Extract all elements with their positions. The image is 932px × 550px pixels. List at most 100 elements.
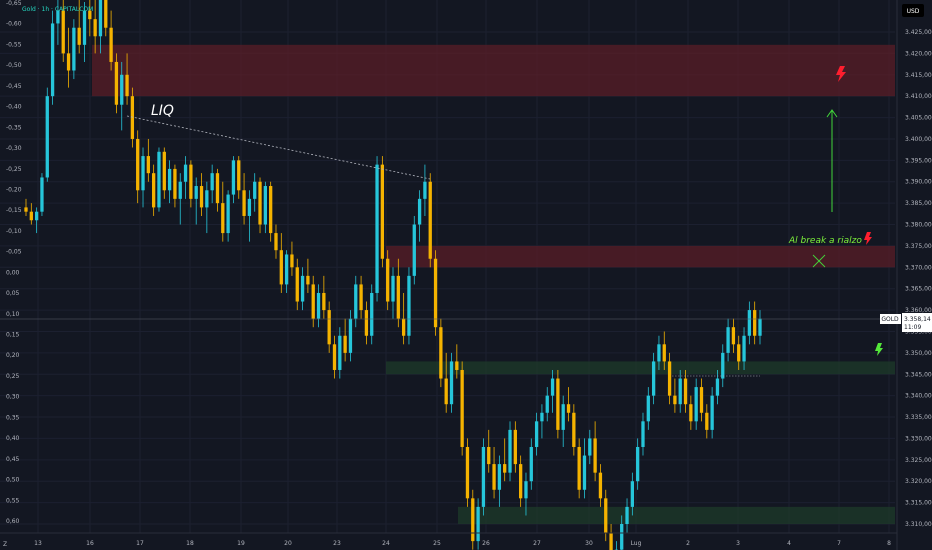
candle-body bbox=[407, 275, 411, 336]
candle-body bbox=[593, 438, 597, 473]
candle-body bbox=[444, 378, 448, 405]
candle-body bbox=[93, 19, 97, 37]
candle-body bbox=[609, 532, 613, 550]
currency-badge[interactable]: USD bbox=[902, 4, 924, 17]
candle-body bbox=[370, 292, 374, 336]
candle-body bbox=[449, 361, 454, 405]
candle-body bbox=[753, 310, 757, 336]
candle-body bbox=[104, 0, 108, 28]
candle-body bbox=[77, 27, 81, 45]
candle-body bbox=[45, 96, 49, 178]
candle-body bbox=[173, 168, 177, 199]
candle-body bbox=[572, 412, 576, 447]
corner-label: Z bbox=[3, 541, 7, 548]
candle-body bbox=[667, 361, 672, 396]
candle-body bbox=[316, 292, 321, 319]
candle-body bbox=[683, 378, 688, 405]
candle-body bbox=[497, 464, 502, 490]
time-tick-label: 20 bbox=[284, 540, 292, 547]
candle-body bbox=[306, 275, 310, 285]
time-tick-label: 30 bbox=[585, 540, 593, 547]
currency-label: USD bbox=[907, 8, 920, 15]
candle-body bbox=[82, 10, 87, 45]
percent-tick-label: -0,05 bbox=[6, 249, 22, 256]
candle-body bbox=[657, 344, 661, 362]
candle-body bbox=[673, 395, 677, 405]
candle-body bbox=[476, 506, 480, 542]
time-tick-label: 18 bbox=[186, 540, 194, 547]
candle-body bbox=[375, 164, 379, 293]
candle-body bbox=[487, 446, 491, 465]
candle-body bbox=[481, 446, 486, 507]
candle-body bbox=[114, 61, 119, 105]
candle-body bbox=[274, 233, 278, 251]
candle-body bbox=[226, 194, 230, 234]
percent-tick-label: -0,35 bbox=[6, 124, 22, 131]
candle-body bbox=[269, 186, 273, 234]
candle-body bbox=[519, 464, 523, 499]
percent-tick-label: 0,05 bbox=[6, 290, 20, 297]
percent-tick-label: -0,55 bbox=[6, 41, 22, 48]
percent-tick-label: -0,30 bbox=[6, 145, 22, 152]
candle-body bbox=[72, 27, 76, 71]
candle-body bbox=[433, 258, 438, 328]
candle-body bbox=[178, 181, 182, 199]
candle-body bbox=[183, 164, 188, 182]
price-tick-label: 3.415,00 bbox=[905, 72, 932, 79]
candle-body bbox=[300, 275, 305, 302]
resistance-zone[interactable] bbox=[386, 245, 895, 268]
candle-body bbox=[215, 173, 220, 204]
resistance-zone[interactable] bbox=[92, 44, 895, 97]
candle-body bbox=[322, 292, 326, 311]
candle-body bbox=[61, 10, 65, 54]
price-tick-label: 3.390,00 bbox=[905, 179, 932, 186]
candle-body bbox=[327, 310, 331, 345]
candle-body bbox=[205, 190, 209, 208]
candle-body bbox=[258, 181, 262, 225]
percent-tick-label: 0,45 bbox=[6, 456, 20, 463]
candle-body bbox=[253, 181, 257, 199]
candle-body bbox=[130, 96, 135, 139]
price-tick-label: 3.410,00 bbox=[905, 93, 932, 100]
price-tick-label: 3.340,00 bbox=[905, 393, 932, 400]
candle-body bbox=[157, 151, 161, 208]
candle-body bbox=[311, 284, 315, 319]
candle-body bbox=[742, 335, 746, 362]
candle-body bbox=[29, 211, 33, 221]
candle-body bbox=[295, 267, 299, 302]
candle-body bbox=[417, 198, 422, 225]
time-tick-label: 2 bbox=[686, 540, 690, 547]
time-tick-label: 7 bbox=[837, 540, 841, 547]
price-tick-label: 3.395,00 bbox=[905, 157, 932, 164]
percent-tick-label: 0,40 bbox=[6, 435, 20, 442]
candle-body bbox=[332, 344, 337, 370]
percent-tick-label: 0,10 bbox=[6, 311, 20, 318]
percent-tick-label: 0,25 bbox=[6, 373, 20, 380]
candle-body bbox=[524, 481, 528, 499]
candle-body bbox=[561, 404, 565, 430]
price-tick-label: 3.375,00 bbox=[905, 243, 932, 250]
candle-body bbox=[247, 198, 252, 216]
candle-body bbox=[354, 284, 358, 319]
candle-body bbox=[689, 404, 693, 422]
candle-body bbox=[439, 327, 443, 379]
time-tick-label: 16 bbox=[86, 540, 94, 547]
candle-body bbox=[396, 275, 400, 319]
price-tick-label: 3.420,00 bbox=[905, 50, 932, 57]
percent-tick-label: -0,60 bbox=[6, 21, 22, 28]
percent-tick-label: -0,45 bbox=[6, 83, 22, 90]
candle-body bbox=[412, 224, 416, 276]
candle-body bbox=[210, 173, 214, 191]
candle-body bbox=[598, 472, 603, 499]
candle-body bbox=[152, 173, 156, 208]
candle-body bbox=[534, 421, 539, 447]
candle-body bbox=[747, 310, 752, 336]
candle-body bbox=[641, 421, 645, 447]
price-tick-label: 3.320,00 bbox=[905, 478, 932, 485]
symbol-tag: GOLD bbox=[880, 314, 901, 324]
price-chart[interactable]: -0,65 -0,60 -0,55 -0,50 -0,45 -0,40 -0,35 -0,30… bbox=[0, 0, 932, 550]
time-tick-label: Lug bbox=[631, 540, 642, 547]
support-zone[interactable] bbox=[458, 506, 895, 524]
candle-body bbox=[662, 344, 666, 362]
candle-body bbox=[715, 378, 720, 396]
